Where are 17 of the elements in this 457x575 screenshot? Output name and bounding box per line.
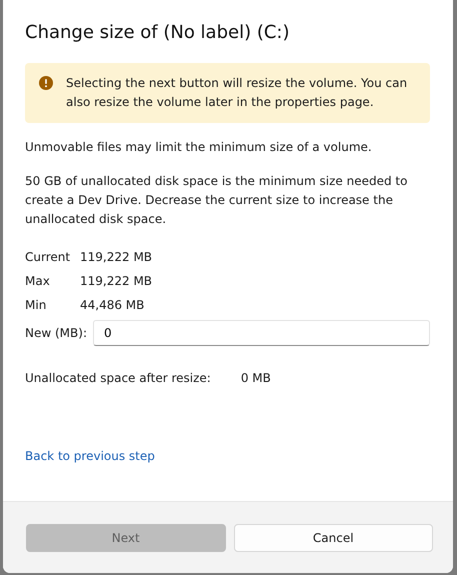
size-label: Current	[25, 249, 72, 266]
size-value: 44,486 MB	[80, 297, 146, 314]
info-text: 50 GB of unallocated disk space is the minimum size needed to create a Dev Drive. Decrease the current size to increase the unallocated disk space.	[25, 173, 408, 228]
warning-text: Selecting the next button will resize the volume. You can also resize the volume later in the properties page.	[66, 75, 408, 111]
size-value: 119,222 MB	[80, 273, 154, 290]
back-link[interactable]: Back to previous step	[25, 449, 155, 463]
unallocated-value: 0 MB	[240, 371, 271, 385]
unallocated-label: Unallocated space after resize:	[25, 371, 211, 385]
size-input-field[interactable]: 0	[92, 320, 430, 346]
field-label: New (MB):	[25, 326, 87, 340]
warning-icon	[39, 76, 53, 90]
info-text: Unmovable files may limit the minimum size of a volume.	[25, 139, 373, 156]
size-label: Min	[25, 297, 48, 314]
dialog-button[interactable]: Cancel	[234, 524, 433, 552]
size-label: Max	[25, 273, 51, 290]
dialog-title: Change size of (No label) (C:)	[25, 22, 291, 43]
size-value: 119,222 MB	[80, 249, 154, 266]
